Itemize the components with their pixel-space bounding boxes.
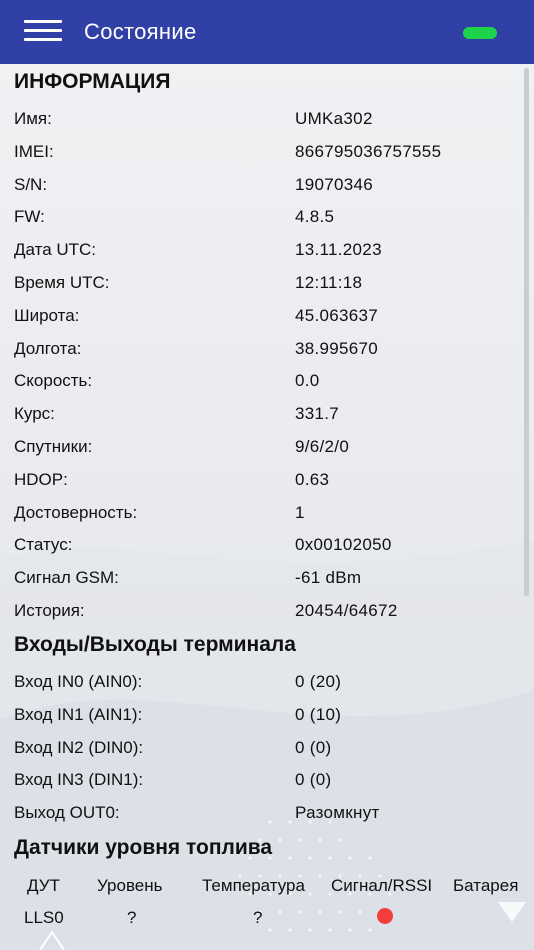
info-value: 13.11.2023: [295, 240, 382, 260]
info-value: 4.8.5: [295, 207, 335, 227]
info-label: Спутники:: [14, 437, 93, 456]
io-row: Вход IN3 (DIN1): 0 (0): [0, 770, 520, 802]
fuel-temperature-value: ?: [253, 908, 263, 927]
io-value: 0 (0): [295, 770, 332, 790]
signal-status-dot: [377, 908, 393, 924]
info-row: HDOP: 0.63: [0, 470, 520, 502]
info-row: Долгота: 38.995670: [0, 339, 520, 371]
info-row: S/N: 19070346: [0, 175, 520, 207]
info-value: 0.0: [295, 371, 320, 391]
io-row: Выход OUT0: Разомкнут: [0, 803, 520, 835]
info-row: Статус: 0x00102050: [0, 535, 520, 567]
column-header-sensor: ДУТ: [27, 876, 60, 895]
hamburger-menu-icon[interactable]: [24, 20, 62, 42]
io-row: Вход IN1 (AIN1): 0 (10): [0, 705, 520, 737]
io-section-title: Входы/Выходы терминала: [14, 633, 296, 656]
scroll-down-arrow-icon[interactable]: [498, 902, 526, 922]
io-value: 0 (20): [295, 672, 342, 691]
connection-status-indicator: [463, 27, 497, 39]
info-label: Достоверность:: [14, 502, 138, 522]
io-value: Разомкнут: [295, 803, 380, 823]
info-label: HDOP:: [14, 469, 68, 489]
info-value: 38.995670: [295, 338, 379, 358]
column-header-signal: Сигнал/RSSI: [331, 876, 433, 895]
scrollbar[interactable]: [524, 68, 529, 596]
app-header: Состояние: [0, 0, 534, 64]
fuel-level-value: ?: [127, 908, 137, 927]
info-label: Сигнал GSM:: [14, 568, 119, 588]
info-row: Время UTC: 12:11:18: [0, 273, 520, 305]
info-label: Курс:: [14, 404, 55, 424]
info-value: 0x00102050: [295, 535, 392, 555]
info-row: Сигнал GSM: -61 dBm: [0, 568, 520, 600]
info-row: История: 20454/64672: [0, 601, 520, 633]
fuel-sensor-name: LLS0: [24, 908, 64, 927]
page-title: Состояние: [84, 19, 197, 44]
info-label: Время UTC:: [14, 273, 110, 292]
info-row: FW: 4.8.5: [0, 207, 520, 239]
column-header-level: Уровень: [97, 876, 163, 895]
info-value: 0.63: [295, 469, 330, 489]
info-label: История:: [14, 601, 85, 620]
io-row: Вход IN2 (DIN0): 0 (0): [0, 738, 520, 770]
fuel-section-title: Датчики уровня топлива: [14, 836, 273, 859]
io-value: 0 (0): [295, 737, 332, 757]
info-label: Дата UTC:: [14, 240, 97, 260]
info-value: 12:11:18: [295, 273, 363, 292]
info-value: 866795036757555: [295, 141, 442, 161]
info-label: Широта:: [14, 305, 80, 325]
info-value: 1: [295, 502, 305, 522]
info-label: Имя:: [14, 109, 52, 128]
info-label: Долгота:: [14, 338, 82, 358]
info-value: 9/6/2/0: [295, 437, 350, 456]
info-label: FW:: [14, 207, 45, 227]
io-label: Вход IN1 (AIN1):: [14, 704, 143, 724]
io-label: Вход IN3 (DIN1):: [14, 770, 144, 790]
info-section-title: ИНФОРМАЦИЯ: [14, 70, 171, 93]
io-row: Вход IN0 (AIN0): 0 (20): [0, 672, 520, 704]
info-value: -61 dBm: [295, 568, 362, 588]
info-row: Спутники: 9/6/2/0: [0, 437, 520, 469]
info-value: 331.7: [295, 404, 340, 424]
info-value: 45.063637: [295, 305, 379, 325]
info-row: Достоверность: 1: [0, 503, 520, 535]
column-header-battery: Батарея: [453, 876, 519, 895]
info-value: UMKa302: [295, 109, 373, 128]
io-label: Вход IN2 (DIN0):: [14, 737, 144, 757]
info-row: IMEI: 866795036757555: [0, 142, 520, 174]
info-row: Скорость: 0.0: [0, 371, 520, 403]
info-row: Дата UTC: 13.11.2023: [0, 240, 520, 272]
info-row: Широта: 45.063637: [0, 306, 520, 338]
info-value: 19070346: [295, 174, 374, 194]
info-label: Скорость:: [14, 371, 93, 391]
info-label: Статус:: [14, 535, 73, 555]
info-label: IMEI:: [14, 141, 54, 161]
io-label: Выход OUT0:: [14, 803, 120, 823]
info-label: S/N:: [14, 174, 48, 194]
info-row: Курс: 331.7: [0, 404, 520, 436]
info-value: 20454/64672: [295, 601, 398, 620]
status-content[interactable]: ИНФОРМАЦИЯ Имя: UMKa302 IMEI: 8667950367575…: [0, 64, 534, 950]
column-header-temperature: Температура: [202, 876, 305, 895]
info-row: Имя: UMKa302: [0, 109, 520, 141]
io-value: 0 (10): [295, 704, 342, 724]
io-label: Вход IN0 (AIN0):: [14, 672, 143, 691]
